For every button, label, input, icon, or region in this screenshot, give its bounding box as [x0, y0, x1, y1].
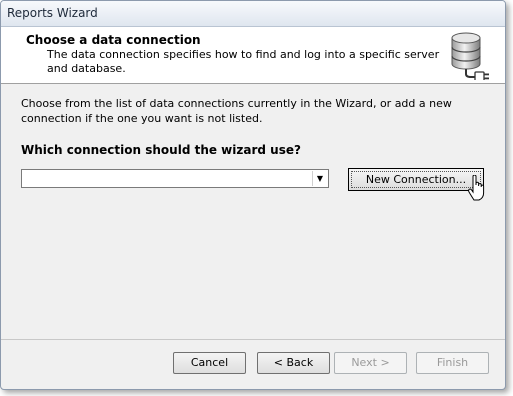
next-button[interactable]: Next >	[334, 352, 407, 374]
instructions-text: Choose from the list of data connections…	[21, 97, 452, 125]
connection-select[interactable]: ▼	[21, 169, 329, 188]
cancel-button[interactable]: Cancel	[173, 352, 246, 374]
reports-wizard-window: Reports Wizard Choose a data connection …	[0, 0, 506, 390]
footer-divider	[1, 339, 505, 340]
chevron-down-icon[interactable]: ▼	[312, 171, 327, 186]
page-title: Choose a data connection	[26, 33, 201, 47]
title-bar[interactable]: Reports Wizard	[1, 1, 505, 27]
finish-button[interactable]: Finish	[416, 352, 489, 374]
connection-question: Which connection should the wizard use?	[21, 143, 301, 157]
back-button[interactable]: < Back	[257, 352, 330, 374]
new-connection-button[interactable]: New Connection...	[348, 168, 484, 191]
window-title: Reports Wizard	[7, 6, 98, 20]
mouse-pointer-icon	[468, 175, 485, 201]
database-plug-icon	[451, 32, 489, 80]
wizard-header: Choose a data connection The data connec…	[1, 27, 505, 84]
page-description: The data connection specifies how to fin…	[47, 48, 440, 75]
